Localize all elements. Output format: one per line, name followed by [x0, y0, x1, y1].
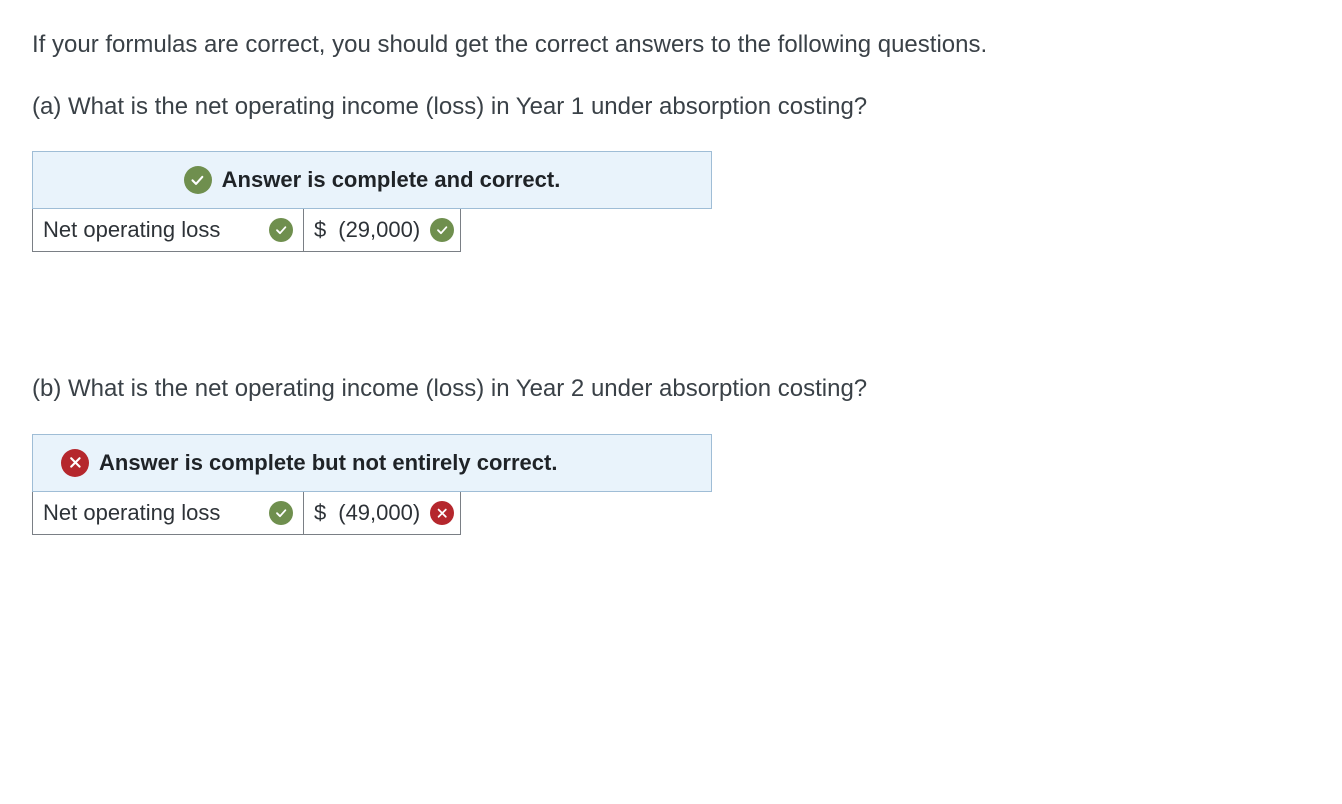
check-icon: [269, 218, 293, 242]
check-icon: [184, 166, 212, 194]
answer-label-cell-b: Net operating loss: [33, 492, 304, 534]
status-banner-a-text: Answer is complete and correct.: [222, 167, 561, 193]
cross-icon: [61, 449, 89, 477]
currency-symbol: $: [314, 500, 326, 526]
question-a-text: (a) What is the net operating income (lo…: [32, 90, 1310, 124]
answer-value-cell-b: $ (49,000): [304, 492, 460, 534]
currency-symbol: $: [314, 217, 326, 243]
answer-value-a: (29,000): [338, 217, 420, 243]
answer-label-a: Net operating loss: [43, 217, 220, 243]
check-icon: [269, 501, 293, 525]
answer-label-cell-a: Net operating loss: [33, 209, 304, 251]
question-b-text: (b) What is the net operating income (lo…: [32, 372, 1310, 406]
check-icon: [430, 218, 454, 242]
question-a-block: (a) What is the net operating income (lo…: [32, 90, 1310, 253]
answer-row-a: Net operating loss $ (29,000): [32, 209, 461, 252]
answer-label-b: Net operating loss: [43, 500, 220, 526]
answer-value-b: (49,000): [338, 500, 420, 526]
question-b-answer-box: Answer is complete but not entirely corr…: [32, 434, 712, 535]
answer-row-b: Net operating loss $ (49,000): [32, 492, 461, 535]
status-banner-b-text: Answer is complete but not entirely corr…: [99, 450, 557, 476]
answer-value-cell-a: $ (29,000): [304, 209, 460, 251]
question-b-block: (b) What is the net operating income (lo…: [32, 372, 1310, 535]
intro-text: If your formulas are correct, you should…: [32, 28, 1310, 62]
status-banner-a: Answer is complete and correct.: [32, 151, 712, 209]
cross-icon: [430, 501, 454, 525]
status-banner-b: Answer is complete but not entirely corr…: [32, 434, 712, 492]
question-a-answer-box: Answer is complete and correct. Net oper…: [32, 151, 712, 252]
